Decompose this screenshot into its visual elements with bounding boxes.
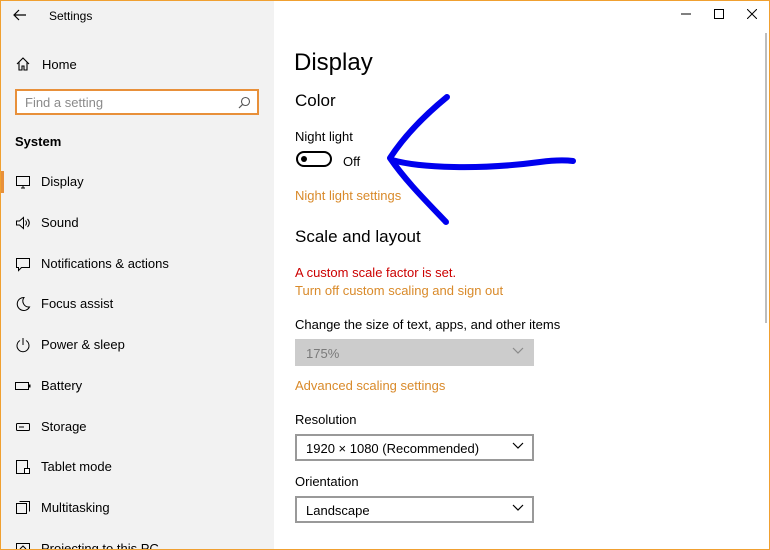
sidebar-item-label: Multitasking (41, 500, 110, 515)
battery-icon (15, 382, 31, 390)
home-icon (16, 57, 30, 71)
speaker-icon (16, 216, 30, 230)
search-icon[interactable] (238, 96, 251, 109)
home-label: Home (42, 56, 77, 72)
storage-icon (16, 423, 30, 431)
back-button[interactable] (9, 4, 31, 26)
search-input[interactable]: Find a setting (25, 95, 103, 110)
back-arrow-icon (13, 9, 26, 21)
search-box[interactable]: Find a setting (15, 89, 259, 115)
main-content: Display Color Night light Off Night ligh… (274, 1, 769, 549)
chevron-down-icon (512, 504, 524, 511)
night-light-state: Off (343, 154, 361, 169)
night-light-label: Night light (295, 129, 353, 144)
monitor-icon (16, 176, 30, 189)
text-size-label: Change the size of text, apps, and other… (295, 317, 561, 332)
settings-window: Settings Home Find a setting System Disp… (0, 0, 770, 550)
sidebar-item-label: Storage (41, 419, 87, 434)
advanced-scaling-link[interactable]: Advanced scaling settings (295, 378, 445, 393)
text-size-dropdown[interactable]: 175% (295, 339, 534, 366)
sidebar-item-storage[interactable]: Storage (1, 412, 274, 442)
sidebar-item-multitasking[interactable]: Multitasking (1, 493, 274, 523)
scrollbar[interactable] (765, 33, 767, 323)
app-title: Settings (49, 9, 93, 23)
sidebar-item-label: Display (41, 174, 84, 189)
orientation-dropdown[interactable]: Landscape (295, 496, 534, 523)
chevron-down-icon (512, 442, 524, 449)
sidebar-item-projecting[interactable]: Projecting to this PC (1, 534, 274, 550)
minimize-button[interactable] (669, 1, 703, 27)
sidebar-item-battery[interactable]: Battery (1, 371, 274, 401)
sidebar-item-focus-assist[interactable]: Focus assist (1, 289, 274, 319)
sidebar-item-label: Projecting to this PC (41, 541, 159, 550)
resolution-dropdown[interactable]: 1920 × 1080 (Recommended) (295, 434, 534, 461)
sidebar-item-label: Notifications & actions (41, 256, 169, 271)
multitasking-icon (16, 501, 30, 514)
sidebar-item-notifications[interactable]: Notifications & actions (1, 249, 274, 279)
home-nav-item[interactable]: Home (15, 53, 77, 75)
color-heading: Color (295, 91, 336, 110)
sidebar-item-display[interactable]: Display (1, 167, 274, 197)
projecting-icon (16, 543, 30, 549)
night-light-toggle[interactable] (296, 151, 332, 167)
sidebar-item-label: Focus assist (41, 296, 114, 311)
sidebar-item-label: Tablet mode (41, 459, 112, 474)
toggle-knob (301, 156, 307, 162)
text-size-value: 175% (306, 346, 340, 361)
sidebar-item-label: Sound (41, 215, 79, 230)
sidebar-item-label: Battery (41, 378, 83, 393)
sidebar: Settings Home Find a setting System Disp… (1, 1, 274, 549)
tablet-icon (16, 460, 30, 474)
resolution-label: Resolution (295, 412, 357, 427)
chevron-down-icon (512, 347, 524, 354)
page-title: Display (294, 49, 373, 76)
minimize-icon (681, 13, 691, 15)
close-icon (747, 9, 757, 19)
orientation-label: Orientation (295, 474, 359, 489)
orientation-value: Landscape (306, 503, 370, 518)
notification-icon (16, 258, 30, 272)
custom-scale-warning: A custom scale factor is set. (295, 265, 457, 280)
sidebar-item-power-sleep[interactable]: Power & sleep (1, 330, 274, 360)
scale-heading: Scale and layout (295, 227, 421, 246)
sidebar-item-sound[interactable]: Sound (1, 208, 274, 238)
turn-off-scaling-link[interactable]: Turn off custom scaling and sign out (295, 283, 503, 298)
sidebar-item-tablet-mode[interactable]: Tablet mode (1, 452, 274, 482)
night-light-settings-link[interactable]: Night light settings (295, 188, 401, 203)
sidebar-item-label: Power & sleep (41, 337, 125, 352)
maximize-icon (714, 9, 724, 19)
moon-icon (16, 296, 31, 311)
power-icon (16, 338, 30, 353)
resolution-value: 1920 × 1080 (Recommended) (306, 441, 480, 456)
close-button[interactable] (735, 1, 769, 27)
maximize-button[interactable] (702, 1, 736, 27)
section-label: System (15, 134, 62, 149)
